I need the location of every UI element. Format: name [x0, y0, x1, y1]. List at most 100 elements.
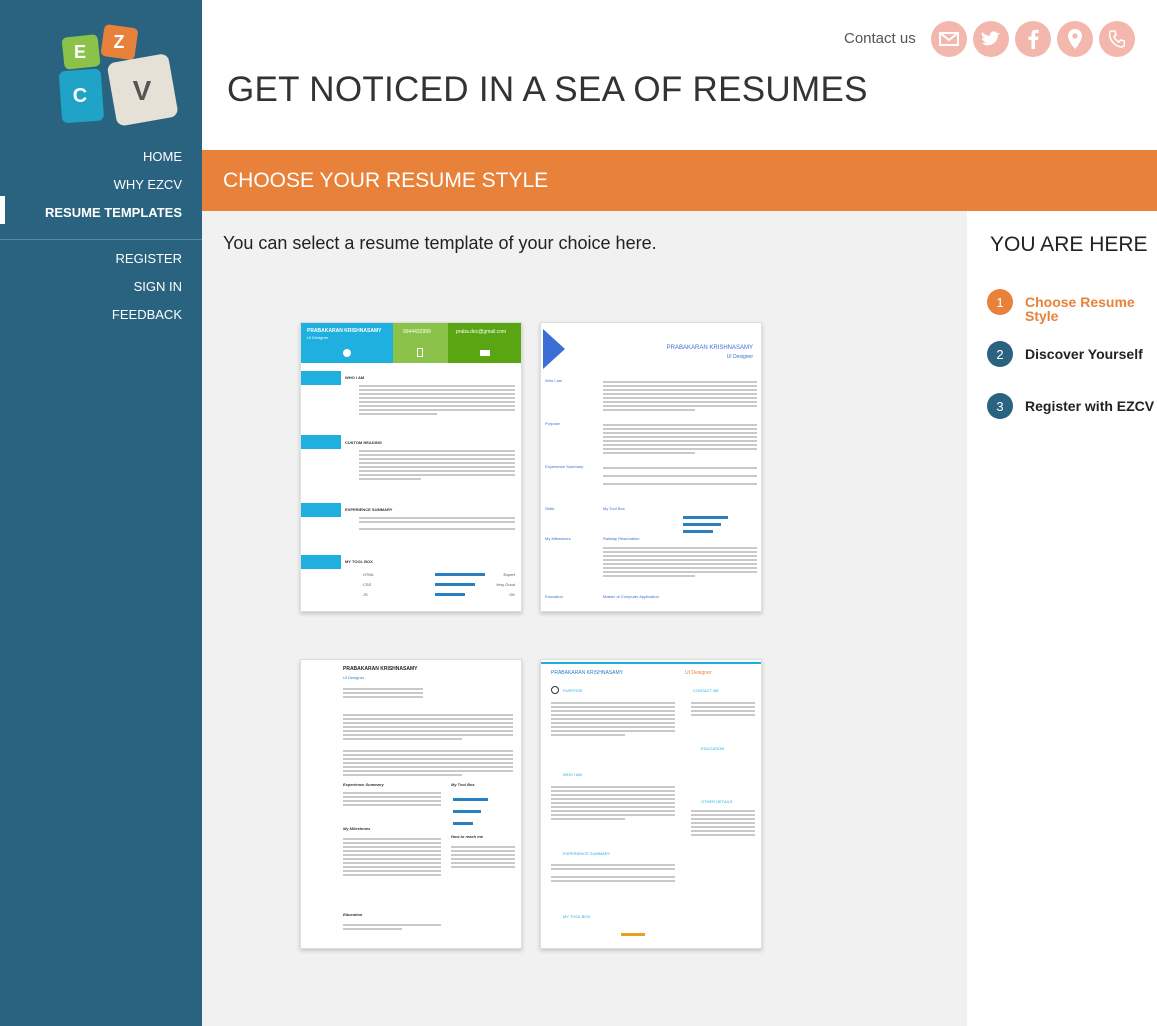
header: Contact us GET NOTICED IN A SEA OF RESUM…: [202, 0, 1157, 150]
t2-subheading: Railway Reservation: [603, 536, 640, 541]
step-number: 1: [987, 289, 1013, 315]
t2-heading: Education: [545, 594, 563, 599]
t4-text-block: [551, 784, 675, 822]
nav-item-home[interactable]: HOME: [45, 143, 182, 171]
section-header: CHOOSE YOUR RESUME STYLE: [202, 150, 1157, 211]
t1-heading: WHO I AM: [345, 375, 365, 380]
logo-letter: C: [73, 85, 87, 107]
main-nav: HOME WHY EZCV RESUME TEMPLATES: [45, 143, 182, 227]
t3-text-block: [343, 712, 513, 742]
mobile-icon: [417, 348, 423, 357]
t4-purpose-icon: [551, 686, 559, 694]
t1-email-block: praba.dec@gmail.com: [448, 323, 521, 363]
t1-heading: MY TOOL BOX: [345, 559, 373, 564]
t3-heading: Experience Summary: [343, 782, 384, 787]
t3-skill-bar: [453, 822, 473, 825]
step-discover-yourself[interactable]: 2 Discover Yourself: [987, 341, 1157, 367]
phone-icon[interactable]: [1099, 21, 1135, 57]
t2-heading: Purpose: [545, 421, 560, 426]
t4-heading: MY TOOL BOX: [563, 914, 591, 919]
t2-arrow-decoration: [543, 329, 565, 369]
t2-skill-bar: [683, 523, 721, 526]
step-number: 3: [987, 393, 1013, 419]
t4-name: PRABAKARAN KRISHNASAMY: [551, 670, 623, 676]
nav-item-sign-in[interactable]: SIGN IN: [112, 273, 182, 301]
t4-skill-bar: [621, 933, 645, 936]
t1-skill-bar: [435, 593, 465, 596]
t1-skill-level: Very Good: [496, 582, 515, 587]
sidebar: E Z C V HOME WHY EZCV RESUME TEMPLATES R…: [0, 0, 202, 1026]
t1-name: PRABAKARAN KRISHNASAMY: [307, 328, 382, 334]
t3-name: PRABAKARAN KRISHNASAMY: [343, 666, 418, 672]
t1-skill: CSS: [363, 582, 372, 587]
step-label: Discover Yourself: [1025, 346, 1143, 362]
t1-section-marker: [301, 503, 341, 517]
template-card-3[interactable]: PRABAKARAN KRISHNASAMY UI Designer Exper…: [300, 659, 522, 949]
step-choose-resume-style[interactable]: 1 Choose Resume Style: [987, 289, 1157, 323]
twitter-icon[interactable]: [973, 21, 1009, 57]
t1-skill: JS: [363, 592, 368, 597]
nav-item-register[interactable]: REGISTER: [112, 245, 182, 273]
t1-skill-bar: [435, 573, 485, 576]
step-label: Register with EZCV: [1025, 398, 1155, 414]
t2-heading: Who I am: [545, 378, 563, 383]
t2-text-block: [603, 379, 757, 413]
facebook-icon[interactable]: [1015, 21, 1051, 57]
person-icon: [343, 349, 351, 357]
ezcv-logo[interactable]: E Z C V: [58, 20, 182, 128]
t4-heading: EXPERIENCE SUMMARY: [563, 851, 611, 856]
t1-text-block: [359, 515, 515, 532]
intro-text: You can select a resume template of your…: [223, 233, 657, 253]
t3-role: UI Designer: [343, 675, 365, 680]
envelope-icon: [480, 350, 490, 356]
t2-heading: My Milestones: [545, 536, 571, 541]
step-register-with-ezcv[interactable]: 3 Register with EZCV: [987, 393, 1157, 419]
page-headline: GET NOTICED IN A SEA OF RESUMES: [227, 70, 868, 109]
t3-contact-lines: [343, 686, 423, 700]
t4-heading: PURPOSE: [563, 688, 583, 693]
progress-title: YOU ARE HERE: [990, 233, 1148, 256]
t2-subheading: Master of Computer Application: [603, 594, 659, 599]
t3-skill-bar: [453, 810, 481, 813]
contact-us-label: Contact us: [844, 30, 916, 47]
logo-letter: Z: [114, 32, 125, 52]
nav-item-why-ezcv[interactable]: WHY EZCV: [45, 171, 182, 199]
location-icon[interactable]: [1057, 21, 1093, 57]
t4-heading: WHO I AM: [563, 772, 582, 777]
mail-icon[interactable]: [931, 21, 967, 57]
t3-text-block: [343, 748, 513, 778]
nav-item-feedback[interactable]: FEEDBACK: [112, 301, 182, 329]
t1-skill-level: Expert: [503, 572, 515, 577]
t1-skill-level: OK: [509, 592, 515, 597]
template-card-4[interactable]: PRABAKARAN KRISHNASAMY UI Designer PURPO…: [540, 659, 762, 949]
t4-heading: EDUCATION: [701, 746, 725, 751]
t2-role: UI Designer: [726, 354, 753, 360]
template-card-1[interactable]: PRABAKARAN KRISHNASAMY UI Designer 99444…: [300, 322, 522, 612]
nav-item-resume-templates[interactable]: RESUME TEMPLATES: [45, 199, 182, 227]
t1-section-marker: [301, 555, 341, 569]
nav-divider: [0, 239, 202, 240]
active-nav-indicator: [0, 196, 5, 224]
t1-section-marker: [301, 435, 341, 449]
t3-contact-lines: [451, 844, 515, 870]
t1-phone: 9944432999: [403, 329, 431, 335]
logo-letter: V: [133, 75, 152, 106]
t4-top-rule: [541, 662, 761, 664]
t3-text-block: [343, 922, 441, 932]
t2-heading: Experience Summary: [545, 464, 584, 469]
t4-heading: OTHER DETAILS: [701, 799, 733, 804]
template-gallery: You can select a resume template of your…: [202, 211, 967, 1026]
t4-text-block: [551, 700, 675, 738]
t1-text-block: [359, 448, 515, 482]
step-number: 2: [987, 341, 1013, 367]
t1-phone-block: 9944432999: [393, 323, 448, 363]
t4-contact-lines: [691, 808, 755, 838]
t1-skill: HTML: [363, 572, 374, 577]
template-card-2[interactable]: PRABAKARAN KRISHNASAMY UI Designer Who I…: [540, 322, 762, 612]
t2-subheading: My Tool Box: [603, 506, 625, 511]
t1-section-marker: [301, 371, 341, 385]
t2-text-block: [603, 422, 757, 456]
t4-role: UI Designer: [685, 670, 712, 676]
t3-text-block: [343, 790, 441, 808]
t3-heading: Education: [343, 912, 363, 917]
